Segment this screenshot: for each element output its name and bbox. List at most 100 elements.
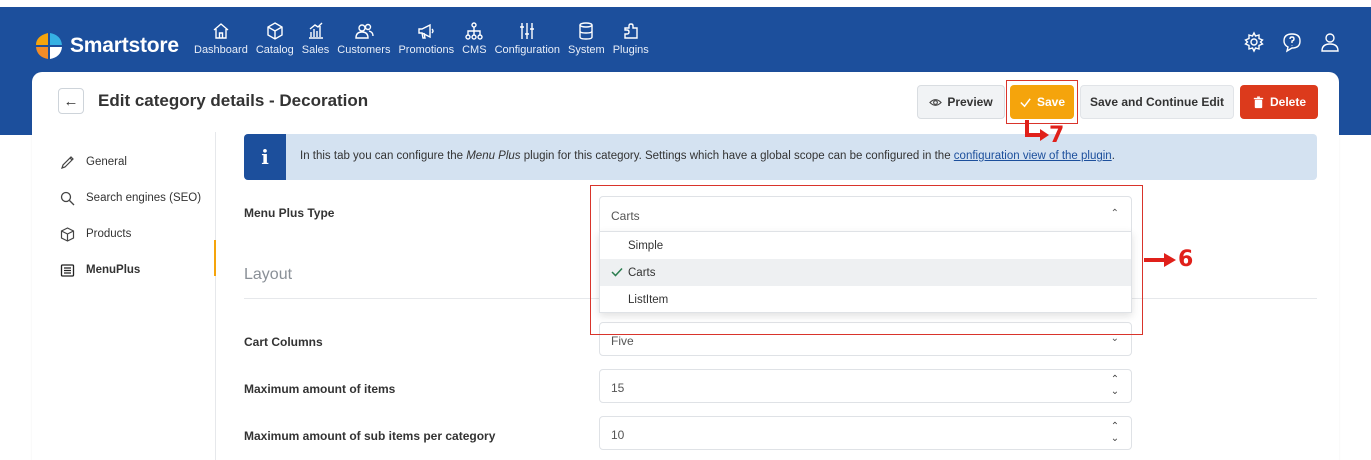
option-listitem[interactable]: ListItem (600, 286, 1131, 313)
input-value: 10 (611, 428, 625, 442)
pencil-icon (61, 155, 74, 169)
sidebar-item-label: General (86, 156, 127, 168)
nav-dashboard[interactable]: Dashboard (194, 21, 248, 56)
sidebar-item-label: Products (86, 228, 132, 240)
nav-label: CMS (462, 44, 487, 56)
save-annotation-arrow-icon (1025, 120, 1049, 141)
select-value: Carts (611, 209, 640, 223)
sitemap-icon (465, 22, 484, 40)
dropdown-annotation-arrow-icon (1144, 253, 1176, 267)
nav-sales[interactable]: Sales (301, 21, 330, 56)
nav-label: System (568, 44, 605, 56)
chevron-down-icon: ⌄ (1110, 433, 1120, 444)
sidebar-item-label: Search engines (SEO) (86, 192, 202, 204)
nav-label: Sales (301, 44, 330, 56)
sidebar-item-label: MenuPlus (86, 264, 141, 276)
help-icon[interactable] (1281, 31, 1303, 53)
nav-label: Catalog (255, 44, 294, 56)
database-icon (579, 22, 594, 40)
bar-chart-icon (308, 22, 323, 39)
sidebar-item-seo[interactable]: Search engines (SEO) (60, 180, 215, 216)
chevron-down-icon: ⌄ (1110, 333, 1119, 344)
users-icon (355, 23, 374, 39)
nav-label: Configuration (494, 44, 560, 56)
delete-label: Delete (1269, 95, 1307, 109)
sidebar-item-general[interactable]: General (60, 144, 215, 180)
info-icon: i (244, 134, 286, 180)
megaphone-icon (418, 23, 434, 39)
select-value: Five (611, 334, 634, 348)
cart-columns-label: Cart Columns (244, 335, 323, 349)
sidebar-item-menuplus[interactable]: MenuPlus (60, 252, 215, 288)
info-alert: i In this tab you can configure the Menu… (244, 134, 1317, 180)
max-sub-items-input[interactable]: 10 ⌃ ⌄ (599, 416, 1132, 450)
smartstore-logo-icon (34, 33, 64, 59)
preview-button[interactable]: Preview (917, 85, 1005, 119)
preview-label: Preview (947, 95, 993, 109)
nav-label: Promotions (398, 44, 455, 56)
annotation-number-7: 7 (1049, 123, 1065, 148)
nav-label: Dashboard (194, 44, 248, 56)
delete-button[interactable]: Delete (1240, 85, 1318, 119)
number-spinner[interactable]: ⌃ ⌄ (1099, 417, 1131, 449)
menu-plus-type-select[interactable]: Carts ⌃ (599, 196, 1132, 232)
menu-plus-type-dropdown: Simple Carts ListItem (599, 231, 1132, 313)
eye-icon (929, 98, 943, 106)
nav-promotions[interactable]: Promotions (398, 21, 454, 56)
brand[interactable]: Smartstore (34, 33, 179, 59)
search-icon (60, 191, 75, 205)
nav-configuration[interactable]: Configuration (495, 21, 560, 56)
info-text: In this tab you can configure the Menu P… (300, 150, 1115, 162)
main-nav: Dashboard Catalog Sales Customers Promot… (194, 21, 657, 56)
sliders-icon (520, 23, 535, 39)
number-spinner[interactable]: ⌃ ⌄ (1099, 370, 1131, 402)
page-title: Edit category details - Decoration (98, 91, 369, 110)
category-tabs-sidebar: General Search engines (SEO) Products Me… (60, 144, 215, 288)
sidebar-divider (215, 132, 216, 460)
settings-gear-icon[interactable] (1243, 31, 1265, 53)
active-tab-indicator (214, 240, 216, 276)
brand-name: Smartstore (70, 34, 179, 57)
chevron-up-icon: ⌃ (1110, 374, 1120, 385)
trash-icon (1253, 95, 1264, 108)
back-button[interactable]: ← (58, 88, 84, 114)
chevron-up-icon: ⌃ (1110, 208, 1119, 219)
nav-plugins[interactable]: Plugins (613, 21, 649, 56)
save-and-continue-button[interactable]: Save and Continue Edit (1080, 85, 1234, 119)
check-icon (611, 267, 623, 277)
edit-category-card: ← Edit category details - Decoration Pre… (32, 72, 1339, 460)
chevron-up-icon: ⌃ (1110, 421, 1120, 432)
cube-icon (60, 226, 75, 242)
max-items-input[interactable]: 15 ⌃ ⌄ (599, 369, 1132, 403)
cart-columns-select[interactable]: Five ⌄ (599, 322, 1132, 356)
option-carts[interactable]: Carts (600, 259, 1131, 286)
nav-customers[interactable]: Customers (337, 21, 390, 56)
nav-cms[interactable]: CMS (462, 21, 487, 56)
input-value: 15 (611, 381, 625, 395)
page-header: ← Edit category details - Decoration (58, 88, 368, 114)
option-simple[interactable]: Simple (600, 232, 1131, 259)
save-button[interactable]: Save (1010, 85, 1074, 119)
chevron-down-icon: ⌄ (1110, 386, 1120, 397)
max-sub-items-label: Maximum amount of sub items per category (244, 429, 496, 443)
nav-system[interactable]: System (568, 21, 605, 56)
plugin-configuration-link[interactable]: configuration view of the plugin (954, 150, 1112, 162)
max-items-label: Maximum amount of items (244, 382, 396, 396)
save-continue-label: Save and Continue Edit (1089, 95, 1224, 109)
nav-catalog[interactable]: Catalog (256, 21, 294, 56)
top-right-actions (1227, 31, 1341, 53)
menu-plus-type-label: Menu Plus Type (244, 206, 335, 220)
sidebar-item-products[interactable]: Products (60, 216, 215, 252)
arrow-left-icon: ← (63, 92, 79, 110)
check-icon (1020, 97, 1031, 107)
nav-label: Plugins (612, 44, 649, 56)
user-account-icon[interactable] (1319, 31, 1341, 53)
list-icon (60, 263, 75, 277)
box-icon (267, 22, 283, 40)
layout-section-title: Layout (244, 266, 293, 283)
nav-label: Customers (337, 44, 391, 56)
puzzle-icon (624, 23, 638, 39)
annotation-number-6: 6 (1178, 247, 1194, 272)
save-label: Save (1036, 95, 1066, 109)
home-icon (213, 23, 229, 39)
